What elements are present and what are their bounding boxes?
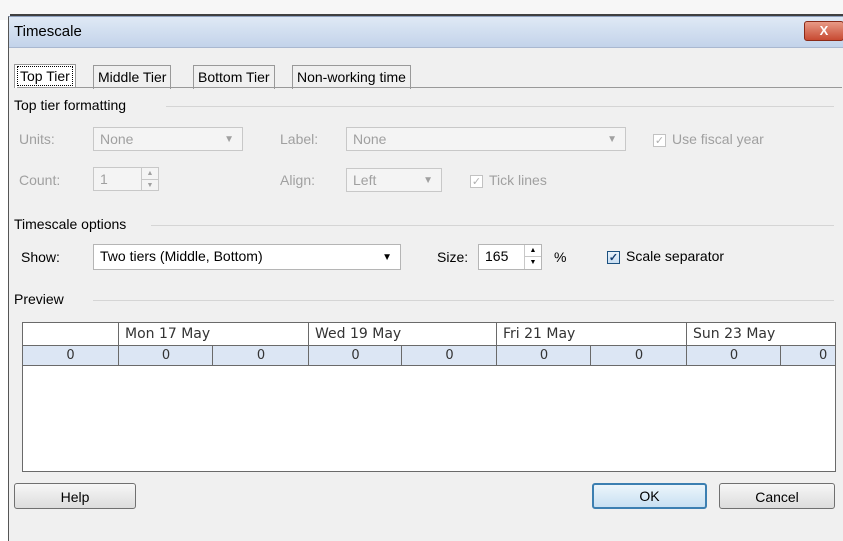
tier-date-cell: Wed 19 May [308,323,497,345]
tier-date-label: Fri 21 May [503,326,576,342]
size-spinner-buttons[interactable]: ▲ ▼ [524,245,541,269]
tier-value-cell: 0 [118,346,213,365]
spin-down-icon[interactable]: ▼ [525,256,541,268]
tick-lines-checkbox[interactable]: ✓ [470,175,483,188]
help-button[interactable]: Help [14,483,136,509]
chevron-down-icon: ▼ [423,175,433,186]
tier-date-label: Mon 17 May [125,326,211,342]
tab-label: Top Tier [17,66,73,86]
scale-separator-label: Scale separator [626,248,725,264]
label-label: Label: [280,131,319,147]
close-icon: X [819,23,829,38]
label-dropdown[interactable]: None ▼ [346,127,626,151]
dialog-title: Timescale [14,23,82,40]
timescale-options-heading: Timescale options [14,216,127,232]
tier-value-cell: 0 [212,346,309,365]
tier-date-cell: Fri 21 May [496,323,687,345]
chevron-down-icon: ▼ [607,134,617,145]
tier-value-cell: 0 [780,346,835,365]
size-label: Size: [437,249,469,265]
tab-non-working-time[interactable]: Non-working time [292,65,411,89]
size-spinner[interactable]: 165 ▲ ▼ [478,244,542,270]
show-label: Show: [21,249,60,265]
tier-value-cell: 0 [308,346,402,365]
tier-value-cell: 0 [590,346,687,365]
use-fiscal-year-checkbox[interactable]: ✓ [653,134,666,147]
ok-button[interactable]: OK [592,483,707,509]
tier-value-cell: 0 [686,346,781,365]
scale-separator-checkbox[interactable]: ✓ [607,251,620,264]
show-value: Two tiers (Middle, Bottom) [100,248,263,264]
help-button-label: Help [60,489,90,505]
units-value: None [100,131,134,147]
count-spinner-buttons[interactable]: ▲ ▼ [141,168,158,190]
use-fiscal-year-label: Use fiscal year [672,131,764,147]
section-divider [151,225,834,226]
cancel-button-label: Cancel [755,489,799,505]
tier-formatting-heading: Top tier formatting [14,97,127,113]
tier-value-cell: 0 [496,346,591,365]
section-divider [93,300,834,301]
timescale-preview: Mon 17 May Wed 19 May Fri 21 May Sun 23 … [22,322,836,472]
spin-up-icon[interactable]: ▲ [525,245,541,256]
tab-label: Non-working time [297,69,406,85]
tab-top-tier[interactable]: Top Tier [14,64,76,88]
tab-bottom-tier[interactable]: Bottom Tier [193,65,275,89]
tier-value-cell: 0 [66,348,75,363]
label-value: None [353,131,387,147]
units-label: Units: [19,131,55,147]
align-dropdown[interactable]: Left ▼ [346,168,442,192]
tier-date-label: Sun 23 May [693,326,776,342]
chevron-down-icon: ▼ [224,134,234,145]
align-label: Align: [280,172,316,188]
timescale-dialog: Timescale X Top Tier Middle Tier Bottom … [8,16,843,541]
size-value: 165 [485,248,509,264]
size-unit: % [554,249,567,265]
preview-bottom-tier: 0 0 0 0 0 0 0 0 0 [23,346,835,366]
tier-date-cell: Mon 17 May [118,323,309,345]
tab-label: Middle Tier [98,69,167,85]
close-button[interactable]: X [804,21,843,41]
cancel-button[interactable]: Cancel [719,483,835,509]
tier-date-label: Wed 19 May [315,326,402,342]
ok-button-label: OK [639,488,660,504]
tick-lines-label: Tick lines [489,172,547,188]
preview-heading: Preview [14,291,64,307]
spin-up-icon[interactable]: ▲ [142,168,158,179]
tab-divider [17,87,842,88]
count-value: 1 [100,171,108,187]
align-value: Left [353,172,377,188]
spin-down-icon[interactable]: ▼ [142,179,158,191]
preview-middle-tier: Mon 17 May Wed 19 May Fri 21 May Sun 23 … [23,323,835,346]
chevron-down-icon: ▼ [382,252,392,263]
count-spinner[interactable]: 1 ▲ ▼ [93,167,159,191]
tier-value-cell: 0 [401,346,497,365]
tab-middle-tier[interactable]: Middle Tier [93,65,172,89]
tab-label: Bottom Tier [198,69,270,85]
count-label: Count: [19,172,61,188]
title-bar[interactable]: Timescale X [9,17,843,48]
show-dropdown[interactable]: Two tiers (Middle, Bottom) ▼ [93,244,401,270]
units-dropdown[interactable]: None ▼ [93,127,243,151]
tier-date-cell: Sun 23 May [686,323,835,345]
section-divider [166,106,834,107]
